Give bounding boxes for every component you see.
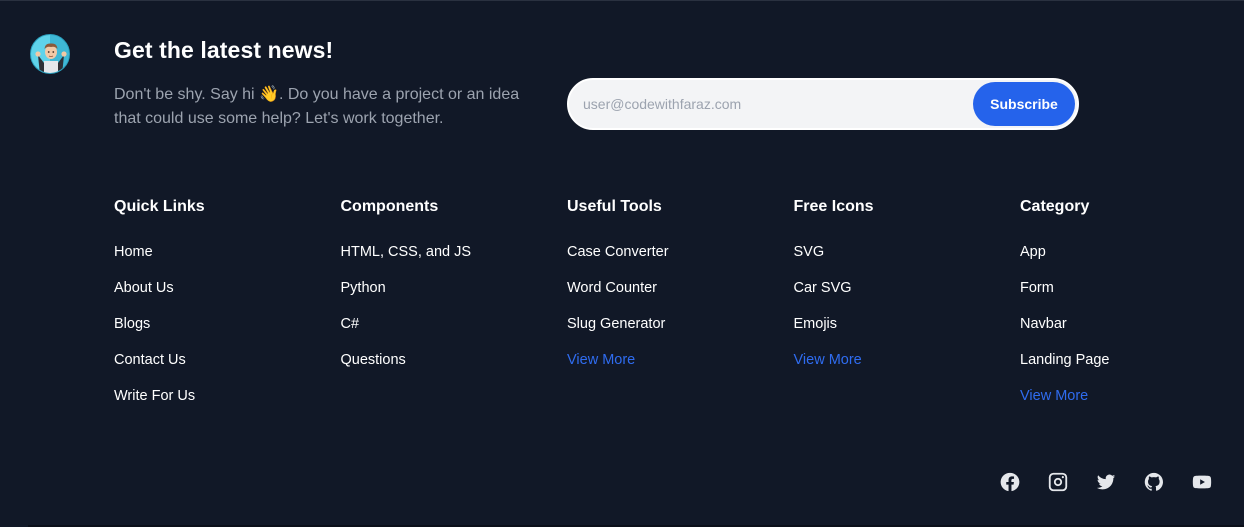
link-word-counter[interactable]: Word Counter bbox=[567, 280, 657, 296]
link-view-more-tools[interactable]: View More bbox=[567, 352, 635, 368]
link-emojis[interactable]: Emojis bbox=[794, 316, 838, 332]
column-useful-tools: Useful Tools Case Converter Word Counter… bbox=[567, 197, 794, 423]
column-title: Category bbox=[1020, 198, 1090, 215]
link-landing-page[interactable]: Landing Page bbox=[1020, 352, 1110, 368]
column-title: Quick Links bbox=[114, 198, 205, 215]
column-title: Components bbox=[340, 198, 439, 215]
link-car-svg[interactable]: Car SVG bbox=[794, 280, 852, 296]
link-form[interactable]: Form bbox=[1020, 280, 1054, 296]
link-case-converter[interactable]: Case Converter bbox=[567, 244, 669, 260]
column-quick-links: Quick Links Home About Us Blogs Contact … bbox=[114, 197, 341, 423]
instagram-icon bbox=[1048, 472, 1068, 492]
email-input[interactable] bbox=[569, 80, 973, 128]
link-slug-generator[interactable]: Slug Generator bbox=[567, 316, 665, 332]
column-category: Category App Form Navbar Landing Page Vi… bbox=[1020, 197, 1244, 423]
link-blogs[interactable]: Blogs bbox=[114, 316, 150, 332]
instagram-link[interactable] bbox=[1047, 471, 1069, 493]
link-home[interactable]: Home bbox=[114, 244, 153, 260]
link-questions[interactable]: Questions bbox=[341, 352, 406, 368]
link-python[interactable]: Python bbox=[341, 280, 386, 296]
column-components: Components HTML, CSS, and JS Python C# Q… bbox=[341, 197, 568, 423]
link-contact-us[interactable]: Contact Us bbox=[114, 352, 186, 368]
twitter-icon bbox=[1096, 474, 1116, 490]
social-links bbox=[999, 471, 1213, 493]
link-app[interactable]: App bbox=[1020, 244, 1046, 260]
subscribe-form: Subscribe bbox=[567, 78, 1079, 130]
link-write-for-us[interactable]: Write For Us bbox=[114, 388, 195, 404]
twitter-link[interactable] bbox=[1095, 471, 1117, 493]
column-title: Free Icons bbox=[793, 198, 874, 215]
link-svg[interactable]: SVG bbox=[794, 244, 825, 260]
facebook-link[interactable] bbox=[999, 471, 1021, 493]
youtube-link[interactable] bbox=[1191, 471, 1213, 493]
github-link[interactable] bbox=[1143, 471, 1165, 493]
link-view-more-icons[interactable]: View More bbox=[794, 352, 862, 368]
newsletter-title: Get the latest news! bbox=[114, 37, 334, 63]
memoji-shrug-icon bbox=[35, 43, 67, 73]
github-icon bbox=[1144, 472, 1163, 491]
link-html-css-js[interactable]: HTML, CSS, and JS bbox=[341, 244, 472, 260]
link-about-us[interactable]: About Us bbox=[114, 280, 174, 296]
newsletter-description: Don't be shy. Say hi 👋. Do you have a pr… bbox=[114, 86, 520, 127]
link-csharp[interactable]: C# bbox=[341, 316, 360, 332]
youtube-icon bbox=[1192, 475, 1212, 489]
column-free-icons: Free Icons SVG Car SVG Emojis View More bbox=[794, 197, 1021, 423]
subscribe-button[interactable]: Subscribe bbox=[973, 82, 1075, 126]
link-view-more-category[interactable]: View More bbox=[1020, 388, 1088, 404]
facebook-icon bbox=[1000, 472, 1020, 492]
link-navbar[interactable]: Navbar bbox=[1020, 316, 1067, 332]
footer-link-columns: Quick Links Home About Us Blogs Contact … bbox=[114, 197, 1244, 423]
avatar bbox=[30, 34, 70, 74]
column-title: Useful Tools bbox=[567, 198, 662, 215]
